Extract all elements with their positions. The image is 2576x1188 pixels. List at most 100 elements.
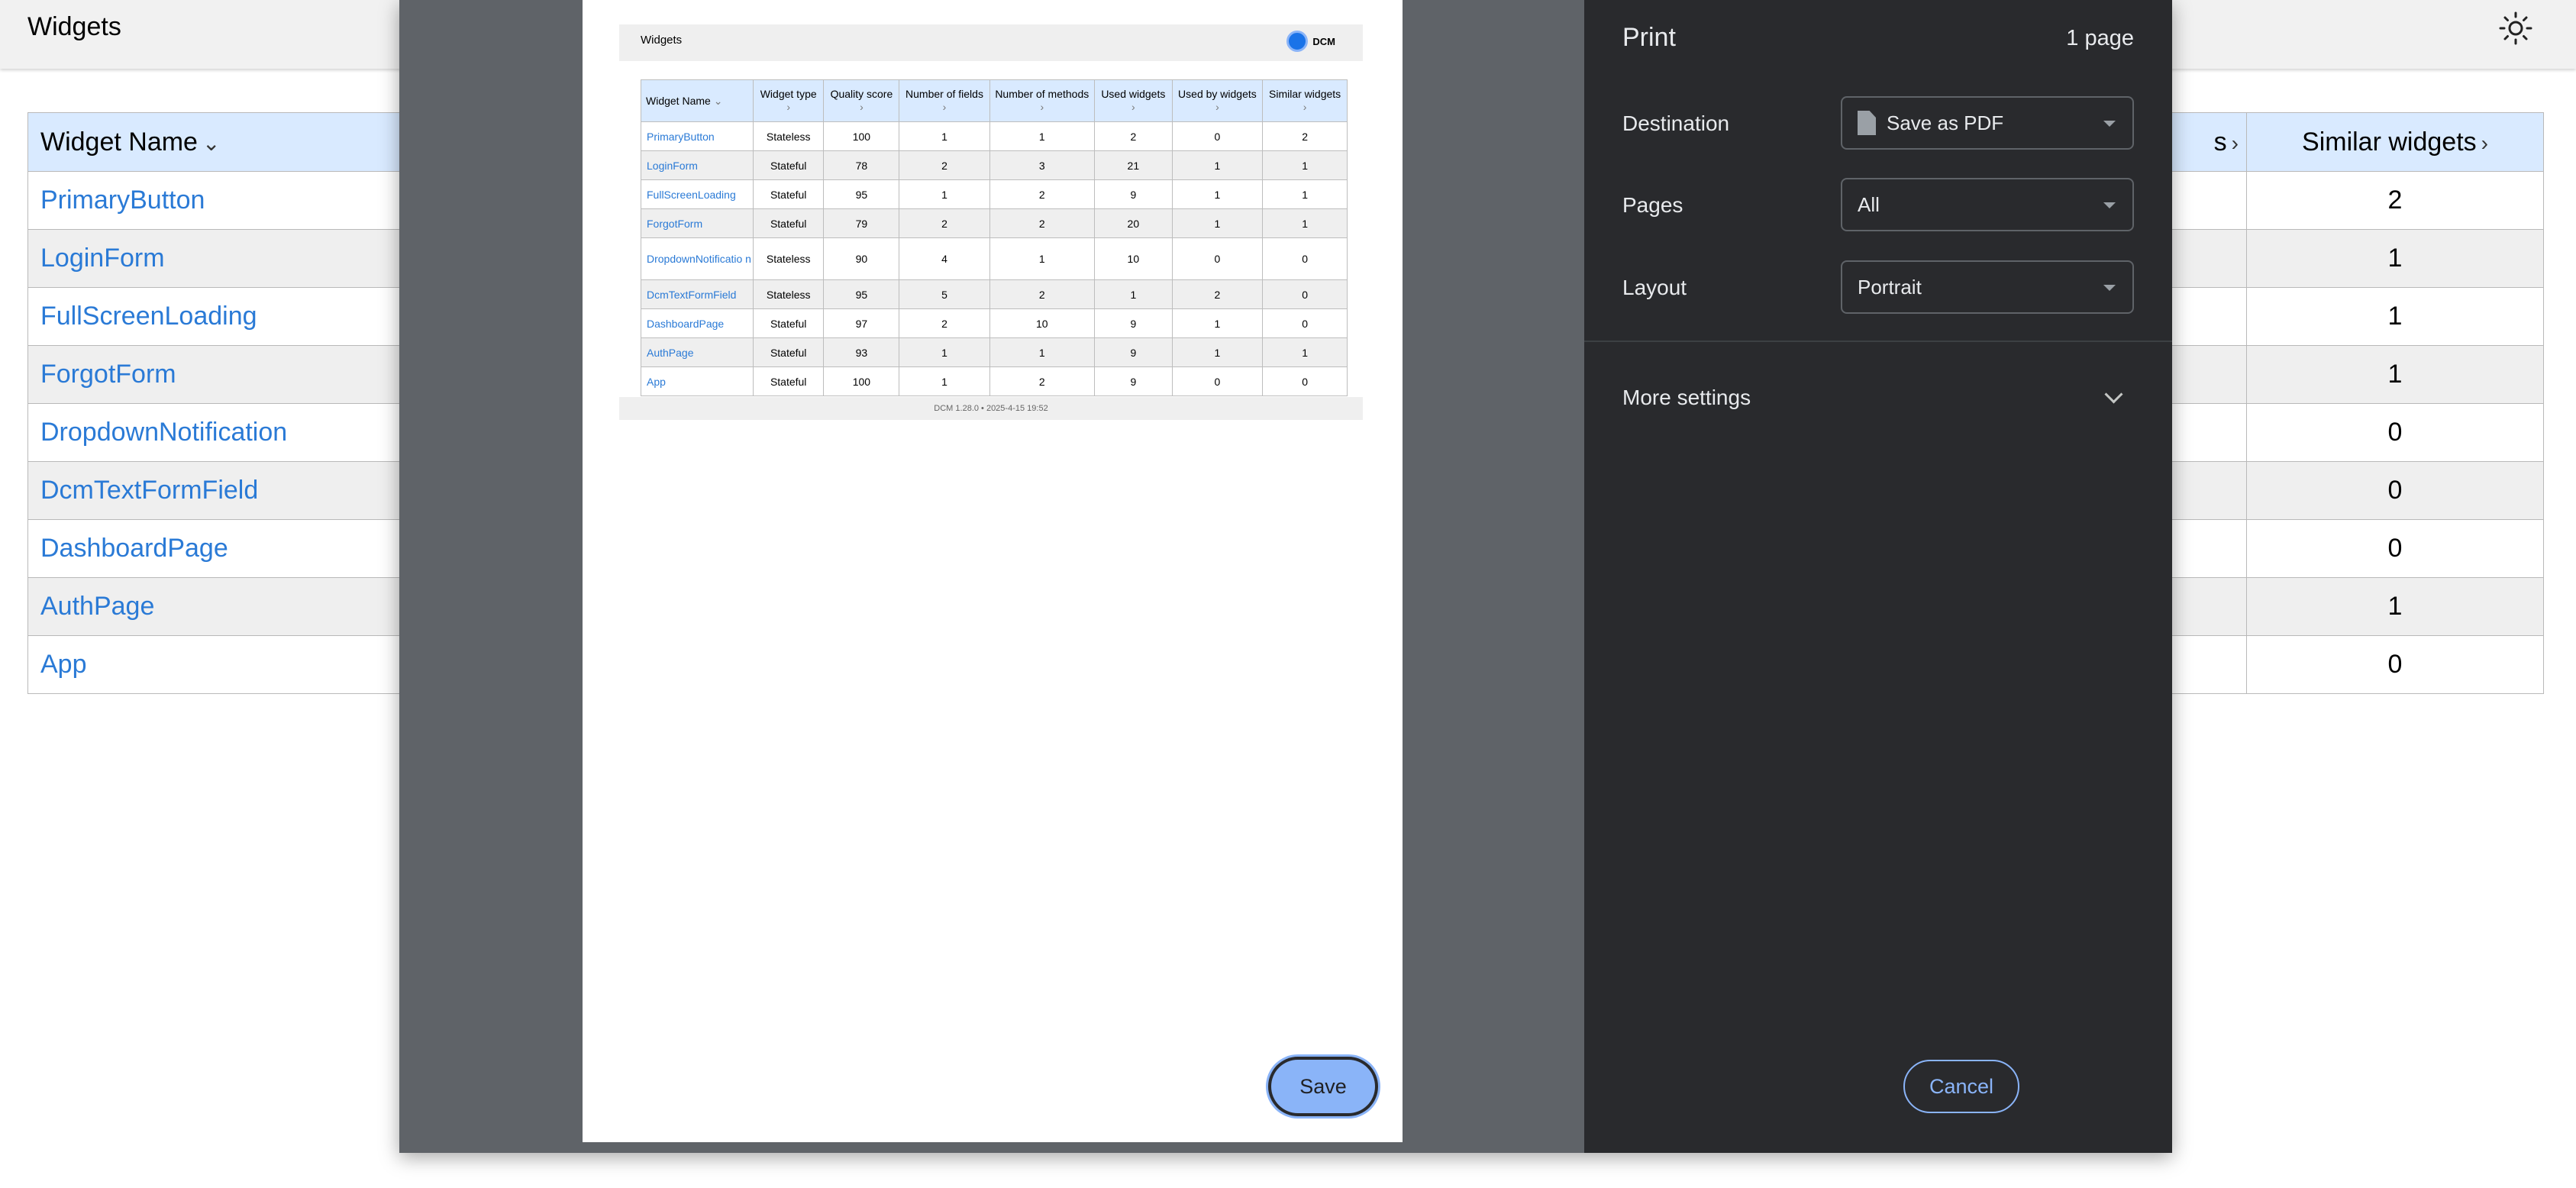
preview-cell: 2 bbox=[989, 208, 1096, 238]
chevron-right-icon: › bbox=[1131, 101, 1135, 113]
widget-name-link[interactable]: DropdownNotification bbox=[27, 403, 440, 462]
column-header-widget-name[interactable]: Widget Name ⌄ bbox=[27, 112, 440, 172]
widget-name-link[interactable]: PrimaryButton bbox=[27, 171, 440, 230]
preview-cell: Stateful bbox=[752, 150, 825, 180]
preview-widget-name: DropdownNotificatio n bbox=[641, 237, 754, 280]
table-row: 1 bbox=[2168, 287, 2544, 346]
preview-footer: DCM 1.28.0 • 2025-4-15 19:52 bbox=[619, 397, 1363, 420]
preview-row: AuthPage Stateful 93 1 1 9 1 1 bbox=[641, 337, 1348, 367]
preview-cell: 95 bbox=[823, 179, 900, 209]
column-header-partial[interactable]: s › bbox=[2168, 112, 2247, 172]
similar-widgets-cell: 1 bbox=[2246, 229, 2544, 288]
preview-cell: 100 bbox=[823, 121, 900, 151]
widget-name-link[interactable]: AuthPage bbox=[27, 577, 440, 636]
document-icon bbox=[1858, 111, 1876, 135]
table-row: FullScreenLoading bbox=[27, 287, 440, 346]
preview-column-header: Similar widgets › bbox=[1262, 79, 1348, 122]
divider bbox=[1584, 341, 2172, 342]
preview-column-header: Number of methods › bbox=[989, 79, 1096, 122]
theme-toggle-icon[interactable] bbox=[2497, 9, 2535, 47]
preview-cell: 4 bbox=[899, 237, 990, 280]
chevron-right-icon: › bbox=[2231, 131, 2239, 155]
preview-column-header: Quality score › bbox=[823, 79, 900, 122]
dcm-logo-icon bbox=[1286, 31, 1309, 52]
preview-cell: 2 bbox=[989, 179, 1096, 209]
preview-row: ForgotForm Stateful 79 2 2 20 1 1 bbox=[641, 208, 1348, 238]
preview-cell: 97 bbox=[823, 308, 900, 338]
preview-cell: 9 bbox=[1094, 337, 1173, 367]
preview-cell: 2 bbox=[989, 366, 1096, 396]
preview-row: DashboardPage Stateful 97 2 10 9 1 0 bbox=[641, 308, 1348, 338]
preview-table: Widget Name ⌄ Widget type › Quality score … bbox=[641, 79, 1348, 396]
preview-widget-name: FullScreenLoading bbox=[641, 179, 754, 209]
preview-widget-name: DashboardPage bbox=[641, 308, 754, 338]
column-header-similar-widgets[interactable]: Similar widgets › bbox=[2246, 112, 2544, 172]
print-dialog: Widgets DCM Widget Name ⌄ Widget type › Qu… bbox=[399, 0, 2172, 1153]
dropdown-arrow-icon bbox=[2103, 285, 2116, 291]
preview-cell: Stateful bbox=[752, 179, 825, 209]
preview-row: App Stateful 100 1 2 9 0 0 bbox=[641, 366, 1348, 396]
table-row: 1 bbox=[2168, 345, 2544, 404]
chevron-down-icon: ⌄ bbox=[202, 131, 221, 155]
widget-name-link[interactable]: DashboardPage bbox=[27, 519, 440, 578]
table-row: 1 bbox=[2168, 229, 2544, 288]
preview-widget-name: PrimaryButton bbox=[641, 121, 754, 151]
preview-cell: 1 bbox=[899, 179, 990, 209]
preview-cell: 2 bbox=[1171, 279, 1264, 309]
save-button[interactable]: Save bbox=[1271, 1060, 1375, 1113]
page-title: Widgets bbox=[27, 12, 121, 41]
preview-title: Widgets bbox=[641, 34, 683, 47]
preview-cell: 1 bbox=[1262, 208, 1348, 238]
preview-row: FullScreenLoading Stateful 95 1 2 9 1 1 bbox=[641, 179, 1348, 209]
more-settings-toggle[interactable]: More settings bbox=[1622, 386, 1751, 410]
preview-cell: 2 bbox=[1094, 121, 1173, 151]
chevron-right-icon: › bbox=[1215, 101, 1219, 113]
widget-name-link[interactable]: ForgotForm bbox=[27, 345, 440, 404]
preview-cell: 1 bbox=[1171, 308, 1264, 338]
table-row: 0 bbox=[2168, 461, 2544, 520]
preview-cell: 20 bbox=[1094, 208, 1173, 238]
preview-cell: 100 bbox=[823, 366, 900, 396]
preview-cell: 1 bbox=[989, 237, 1096, 280]
table-row: LoginForm bbox=[27, 229, 440, 288]
widgets-table-right: s › Similar widgets › 211100010 bbox=[2168, 112, 2544, 694]
table-cell bbox=[2168, 403, 2247, 462]
preview-cell: 1 bbox=[1171, 150, 1264, 180]
widget-name-link[interactable]: FullScreenLoading bbox=[27, 287, 440, 346]
dropdown-arrow-icon bbox=[2103, 121, 2116, 127]
widget-name-link[interactable]: LoginForm bbox=[27, 229, 440, 288]
print-title: Print bbox=[1622, 23, 1676, 52]
preview-cell: 1 bbox=[1262, 179, 1348, 209]
layout-select[interactable]: Portrait bbox=[1841, 260, 2134, 314]
preview-cell: 0 bbox=[1262, 279, 1348, 309]
preview-row: LoginForm Stateful 78 2 3 21 1 1 bbox=[641, 150, 1348, 180]
widget-name-link[interactable]: App bbox=[27, 635, 440, 694]
preview-column-header: Widget type › bbox=[752, 79, 825, 122]
preview-cell: 1 bbox=[1094, 279, 1173, 309]
preview-cell: 1 bbox=[989, 121, 1096, 151]
chevron-down-icon: ⌄ bbox=[710, 94, 723, 107]
preview-cell: Stateless bbox=[752, 279, 825, 309]
preview-widget-name: LoginForm bbox=[641, 150, 754, 180]
cancel-button[interactable]: Cancel bbox=[1903, 1060, 2019, 1113]
table-cell bbox=[2168, 577, 2247, 636]
similar-widgets-cell: 0 bbox=[2246, 635, 2544, 694]
preview-cell: 5 bbox=[899, 279, 990, 309]
preview-cell: 2 bbox=[899, 150, 990, 180]
destination-select[interactable]: Save as PDF bbox=[1841, 96, 2134, 150]
chevron-down-icon[interactable] bbox=[2104, 385, 2123, 404]
preview-cell: 0 bbox=[1262, 308, 1348, 338]
table-row: 0 bbox=[2168, 635, 2544, 694]
similar-widgets-cell: 1 bbox=[2246, 577, 2544, 636]
preview-column-header: Used by widgets › bbox=[1171, 79, 1264, 122]
table-row: App bbox=[27, 635, 440, 694]
pages-select[interactable]: All bbox=[1841, 178, 2134, 231]
widget-name-link[interactable]: DcmTextFormField bbox=[27, 461, 440, 520]
preview-cell: 0 bbox=[1262, 366, 1348, 396]
table-row: ForgotForm bbox=[27, 345, 440, 404]
preview-cell: 1 bbox=[1262, 337, 1348, 367]
similar-widgets-cell: 0 bbox=[2246, 461, 2544, 520]
preview-cell: 1 bbox=[989, 337, 1096, 367]
preview-widget-name: DcmTextFormField bbox=[641, 279, 754, 309]
preview-cell: Stateful bbox=[752, 208, 825, 238]
